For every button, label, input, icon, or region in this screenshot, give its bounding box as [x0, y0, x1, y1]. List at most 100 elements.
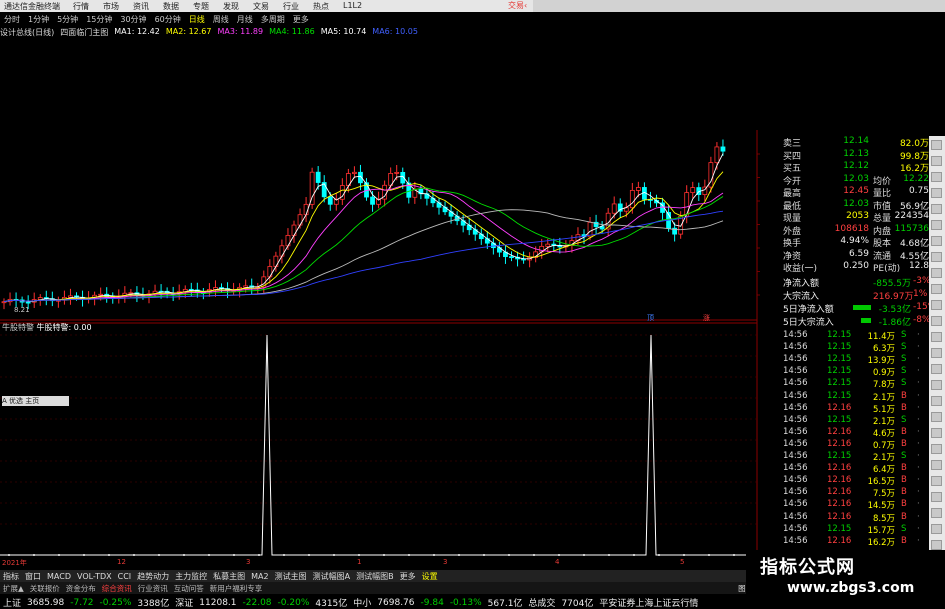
baseline-dot: [158, 554, 160, 556]
menu-item-0[interactable]: 行情: [66, 1, 96, 12]
side-tool-icon[interactable]: [931, 188, 942, 198]
menu-item-4[interactable]: 专题: [186, 1, 216, 12]
info-tab-1[interactable]: 关联报价: [27, 583, 63, 594]
side-tool-icon[interactable]: [931, 316, 942, 326]
tick-side: S: [901, 354, 907, 365]
tick-row[interactable]: 14:56 12.16 7.5万 B ·: [783, 487, 929, 499]
info-tab-5[interactable]: 互动问答: [171, 583, 207, 594]
indicator-tab-2[interactable]: MACD: [44, 572, 74, 581]
tick-side: B: [901, 426, 907, 437]
side-tool-icon[interactable]: [931, 236, 942, 246]
side-tool-icon[interactable]: [931, 508, 942, 518]
kline-chart[interactable]: 1.000.900.800.700.600.500.400.300.200.10…: [0, 130, 760, 558]
period-4[interactable]: 30分钟: [116, 14, 150, 25]
info-tab-2[interactable]: 资金分布: [63, 583, 99, 594]
tick-row[interactable]: 14:56 12.16 16.2万 B ·: [783, 536, 929, 548]
trade-button[interactable]: 交易‹: [508, 0, 527, 11]
tick-list[interactable]: 14:56 12.15 11.4万 S · 14:56 12.15 6.3万 S · 14:56 12…: [783, 330, 929, 548]
side-tool-icon[interactable]: [931, 540, 942, 550]
side-tool-icon[interactable]: [931, 252, 942, 262]
side-tool-icon[interactable]: [931, 300, 942, 310]
tick-row[interactable]: 14:56 12.16 0.7万 B ·: [783, 439, 929, 451]
indicator-legend: 牛股特警 牛股特警: 0.00: [2, 322, 92, 333]
period-10[interactable]: 更多: [289, 14, 313, 25]
side-tool-icon[interactable]: [931, 332, 942, 342]
side-tool-icon[interactable]: [931, 268, 942, 278]
tick-row[interactable]: 14:56 12.15 2.1万 B ·: [783, 391, 929, 403]
info-tab-3[interactable]: 综合资讯: [99, 583, 135, 594]
info-tab-6[interactable]: 新用户福利专享: [207, 583, 266, 594]
tick-row[interactable]: 14:56 12.16 6.4万 B ·: [783, 463, 929, 475]
side-tool-icon[interactable]: [931, 284, 942, 294]
side-tool-icon[interactable]: [931, 380, 942, 390]
info-tab-4[interactable]: 行业资讯: [135, 583, 171, 594]
tick-time: 14:56: [783, 390, 808, 401]
side-tool-icon[interactable]: [931, 476, 942, 486]
menu-item-5[interactable]: 发现: [216, 1, 246, 12]
menu-item-9[interactable]: L1L2: [336, 1, 369, 12]
tick-row[interactable]: 14:56 12.15 11.4万 S ·: [783, 330, 929, 342]
tick-row[interactable]: 14:56 12.16 4.6万 B ·: [783, 427, 929, 439]
side-tool-icon[interactable]: [931, 172, 942, 182]
indicator-tab-6[interactable]: 主力监控: [172, 571, 210, 582]
tick-row[interactable]: 14:56 12.15 6.3万 S ·: [783, 342, 929, 354]
indicator-tab-10[interactable]: 测试幅图A: [310, 571, 353, 582]
side-tool-icon[interactable]: [931, 140, 942, 150]
period-0[interactable]: 分时: [0, 14, 24, 25]
side-tool-icon[interactable]: [931, 156, 942, 166]
tick-volume: 8.5万: [872, 513, 895, 524]
period-9[interactable]: 多周期: [257, 14, 289, 25]
period-3[interactable]: 15分钟: [82, 14, 116, 25]
period-2[interactable]: 5分钟: [53, 14, 82, 25]
period-8[interactable]: 月线: [233, 14, 257, 25]
side-tool-icon[interactable]: [931, 220, 942, 230]
indicator-tab-8[interactable]: MA2: [248, 572, 271, 581]
tick-row[interactable]: 14:56 12.16 14.5万 B ·: [783, 499, 929, 511]
side-tool-icon[interactable]: [931, 412, 942, 422]
side-tool-icon[interactable]: [931, 364, 942, 374]
tick-side: S: [901, 414, 907, 425]
tick-row[interactable]: 14:56 12.15 0.9万 S ·: [783, 366, 929, 378]
indicator-tab-13[interactable]: 设置: [419, 571, 441, 582]
indicator-value: 牛股特警: 0.00: [36, 323, 92, 332]
period-1[interactable]: 1分钟: [24, 14, 53, 25]
indicator-tab-3[interactable]: VOL-TDX: [74, 572, 115, 581]
tick-row[interactable]: 14:56 12.15 2.1万 S ·: [783, 415, 929, 427]
menu-item-3[interactable]: 数据: [156, 1, 186, 12]
candle-body: [394, 171, 400, 174]
tick-row[interactable]: 14:56 12.15 2.1万 S ·: [783, 451, 929, 463]
menu-item-2[interactable]: 资讯: [126, 1, 156, 12]
indicator-tab-11[interactable]: 测试幅图B: [353, 571, 397, 582]
menu-item-1[interactable]: 市场: [96, 1, 126, 12]
indicator-tab-0[interactable]: 指标: [0, 571, 22, 582]
menu-item-8[interactable]: 热点: [306, 1, 336, 12]
indicator-tab-5[interactable]: 趋势动力: [134, 571, 172, 582]
tick-row[interactable]: 14:56 12.16 8.5万 B ·: [783, 512, 929, 524]
side-tool-icon[interactable]: [931, 444, 942, 454]
indicator-tab-9[interactable]: 测试主图: [272, 571, 310, 582]
tick-row[interactable]: 14:56 12.15 13.9万 S ·: [783, 354, 929, 366]
indicator-side-label[interactable]: A 优选 主页: [2, 396, 69, 406]
period-5[interactable]: 60分钟: [151, 14, 185, 25]
tick-row[interactable]: 14:56 12.16 16.5万 B ·: [783, 475, 929, 487]
indicator-tab-12[interactable]: 更多: [397, 571, 419, 582]
period-6[interactable]: 日线: [185, 14, 209, 25]
side-tool-icon[interactable]: [931, 492, 942, 502]
indicator-tab-4[interactable]: CCI: [115, 572, 135, 581]
tick-price: 12.15: [827, 330, 852, 340]
tick-row[interactable]: 14:56 12.15 15.7万 S ·: [783, 524, 929, 536]
tick-row[interactable]: 14:56 12.15 7.8万 S ·: [783, 378, 929, 390]
tick-row[interactable]: 14:56 12.16 5.1万 B ·: [783, 403, 929, 415]
period-7[interactable]: 周线: [209, 14, 233, 25]
side-tool-icon[interactable]: [931, 460, 942, 470]
side-tool-icon[interactable]: [931, 348, 942, 358]
indicator-tab-1[interactable]: 窗口: [22, 571, 44, 582]
side-tool-icon[interactable]: [931, 396, 942, 406]
side-tool-icon[interactable]: [931, 524, 942, 534]
side-tool-icon[interactable]: [931, 204, 942, 214]
indicator-tab-7[interactable]: 私募主图: [210, 571, 248, 582]
menu-item-7[interactable]: 行业: [276, 1, 306, 12]
info-tab-0[interactable]: 扩展▲: [0, 583, 27, 594]
menu-item-6[interactable]: 文易: [246, 1, 276, 12]
side-tool-icon[interactable]: [931, 428, 942, 438]
